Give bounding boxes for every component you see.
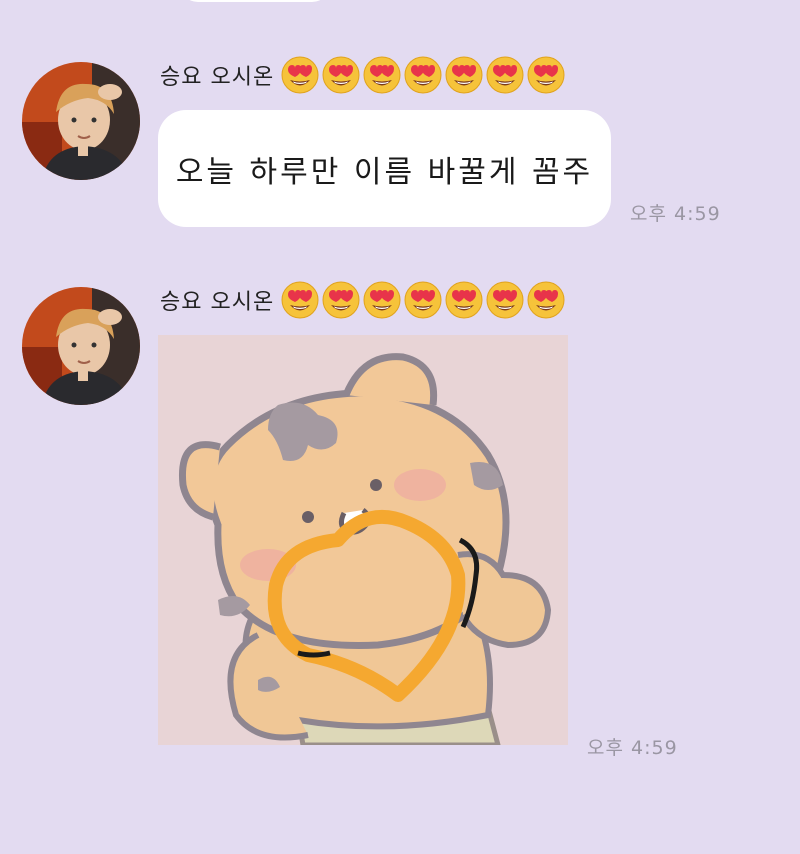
heart-eyes-emoji — [362, 280, 402, 320]
heart-eyes-emoji — [362, 55, 402, 95]
heart-eyes-emoji — [485, 280, 525, 320]
sender-name-row: 승요 오시온 — [160, 280, 566, 320]
previous-message-bubble — [180, 0, 330, 2]
heart-eyes-emoji — [526, 55, 566, 95]
sender-name: 승요 오시온 — [160, 65, 275, 90]
heart-eyes-emoji — [444, 55, 484, 95]
tiger-heart-sticker[interactable] — [158, 335, 568, 745]
sender-emoji-row — [280, 55, 566, 95]
sender-emoji-row — [280, 280, 566, 320]
sender-name-row: 승요 오시온 — [160, 55, 566, 95]
message-time: 오후 4:59 — [587, 737, 678, 759]
heart-eyes-emoji — [321, 55, 361, 95]
sender-name: 승요 오시온 — [160, 290, 275, 315]
message-bubble[interactable]: 오늘 하루만 이름 바꿀게 꼼주 — [158, 110, 611, 227]
avatar[interactable] — [22, 287, 140, 405]
message-time: 오후 4:59 — [630, 203, 721, 225]
heart-eyes-emoji — [280, 280, 320, 320]
heart-eyes-emoji — [485, 55, 525, 95]
heart-eyes-emoji — [280, 55, 320, 95]
avatar[interactable] — [22, 62, 140, 180]
heart-eyes-emoji — [403, 55, 443, 95]
heart-eyes-emoji — [321, 280, 361, 320]
message-text: 오늘 하루만 이름 바꿀게 꼼주 — [175, 154, 594, 190]
heart-eyes-emoji — [526, 280, 566, 320]
heart-eyes-emoji — [444, 280, 484, 320]
heart-eyes-emoji — [403, 280, 443, 320]
